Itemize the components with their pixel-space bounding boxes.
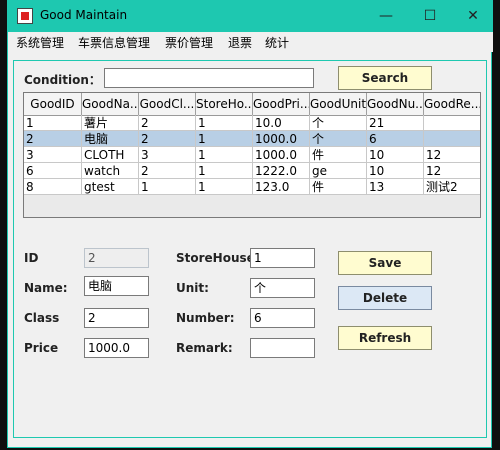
id-label: ID [24, 251, 39, 265]
cell-id: 1 [24, 115, 82, 131]
col-goodnumber[interactable]: GoodNu... [367, 93, 424, 115]
cell-id: 2 [24, 131, 82, 147]
cell-price: 10.0 [253, 115, 310, 131]
cell-unit: 个 [310, 131, 367, 147]
table-row[interactable]: 6 watch 2 1 1222.0 ge 10 12 [24, 163, 480, 179]
menu-statistics[interactable]: 统计 [265, 34, 289, 51]
cell-number: 6 [367, 131, 424, 147]
cell-unit: 件 [310, 147, 367, 163]
cell-remark: 测试2 [424, 179, 480, 195]
col-goodclass[interactable]: GoodCl... [139, 93, 196, 115]
storehouse-label: StoreHouse: [176, 251, 260, 265]
refresh-button[interactable]: Refresh [338, 326, 432, 350]
remark-field[interactable] [250, 338, 315, 358]
table-row[interactable]: 8 gtest 1 1 123.0 件 13 测试2 [24, 179, 480, 195]
cell-price: 1000.0 [253, 147, 310, 163]
cell-storehouse: 1 [196, 163, 253, 179]
search-button[interactable]: Search [338, 66, 432, 90]
app-icon [17, 8, 33, 24]
name-field[interactable]: 电脑 [84, 276, 149, 296]
col-goodname[interactable]: GoodNa... [82, 93, 139, 115]
cell-class: 1 [139, 179, 196, 195]
storehouse-field[interactable]: 1 [250, 248, 315, 268]
class-label: Class [24, 311, 60, 325]
cell-unit: 件 [310, 179, 367, 195]
cell-remark: 12 [424, 163, 480, 179]
goods-table[interactable]: GoodID GoodNa... GoodCl... StoreHo... Go… [23, 92, 481, 218]
cell-number: 10 [367, 163, 424, 179]
close-icon[interactable]: ✕ [463, 6, 483, 26]
cell-class: 2 [139, 131, 196, 147]
col-goodremark[interactable]: GoodRe... [424, 93, 480, 115]
cell-name: gtest [82, 179, 139, 195]
cell-unit: 个 [310, 115, 367, 131]
table-row[interactable]: 1 薯片 2 1 10.0 个 21 [24, 115, 480, 131]
condition-input[interactable] [104, 68, 314, 88]
cell-number: 13 [367, 179, 424, 195]
cell-id: 3 [24, 147, 82, 163]
table-empty-area [24, 195, 480, 217]
title-bar[interactable]: Good Maintain — ☐ ✕ [8, 0, 493, 32]
menu-price[interactable]: 票价管理 [165, 34, 213, 51]
col-storehouse[interactable]: StoreHo... [196, 93, 253, 115]
menu-ticket-info[interactable]: 车票信息管理 [78, 34, 150, 51]
cell-name: 电脑 [82, 131, 139, 147]
cell-id: 8 [24, 179, 82, 195]
price-field[interactable]: 1000.0 [84, 338, 149, 358]
window-title: Good Maintain [40, 8, 128, 22]
delete-button[interactable]: Delete [338, 286, 432, 310]
col-goodunit[interactable]: GoodUnit [310, 93, 367, 115]
number-field[interactable]: 6 [250, 308, 315, 328]
cell-class: 3 [139, 147, 196, 163]
cell-class: 2 [139, 115, 196, 131]
main-window: Good Maintain — ☐ ✕ 系统管理 车票信息管理 票价管理 退票 … [7, 0, 493, 448]
save-button[interactable]: Save [338, 251, 432, 275]
cell-remark: 12 [424, 147, 480, 163]
cell-number: 21 [367, 115, 424, 131]
price-label: Price [24, 341, 59, 355]
cell-name: watch [82, 163, 139, 179]
cell-storehouse: 1 [196, 131, 253, 147]
id-field: 2 [84, 248, 149, 268]
unit-field[interactable]: 个 [250, 278, 315, 298]
cell-class: 2 [139, 163, 196, 179]
table-header: GoodID GoodNa... GoodCl... StoreHo... Go… [24, 93, 480, 116]
cell-name: 薯片 [82, 115, 139, 131]
cell-storehouse: 1 [196, 147, 253, 163]
number-label: Number: [176, 311, 235, 325]
class-field[interactable]: 2 [84, 308, 149, 328]
cell-storehouse: 1 [196, 115, 253, 131]
cell-remark [424, 115, 480, 131]
condition-label: Condition： [24, 73, 101, 87]
name-label: Name: [24, 281, 68, 295]
menu-refund[interactable]: 退票 [228, 34, 252, 51]
cell-unit: ge [310, 163, 367, 179]
table-row-selected[interactable]: 2 电脑 2 1 1000.0 个 6 [24, 131, 480, 147]
cell-number: 10 [367, 147, 424, 163]
cell-storehouse: 1 [196, 179, 253, 195]
table-row[interactable]: 3 CLOTH 3 1 1000.0 件 10 12 [24, 147, 480, 163]
remark-label: Remark: [176, 341, 233, 355]
minimize-icon[interactable]: — [376, 6, 396, 26]
cell-price: 1222.0 [253, 163, 310, 179]
cell-price: 123.0 [253, 179, 310, 195]
col-goodprice[interactable]: GoodPri... [253, 93, 310, 115]
unit-label: Unit: [176, 281, 209, 295]
col-goodid[interactable]: GoodID [24, 93, 82, 115]
cell-id: 6 [24, 163, 82, 179]
menu-bar: 系统管理 车票信息管理 票价管理 退票 统计 [8, 32, 493, 52]
cell-remark [424, 131, 480, 147]
cell-name: CLOTH [82, 147, 139, 163]
menu-system[interactable]: 系统管理 [16, 34, 64, 51]
cell-price: 1000.0 [253, 131, 310, 147]
maximize-icon[interactable]: ☐ [420, 6, 440, 26]
